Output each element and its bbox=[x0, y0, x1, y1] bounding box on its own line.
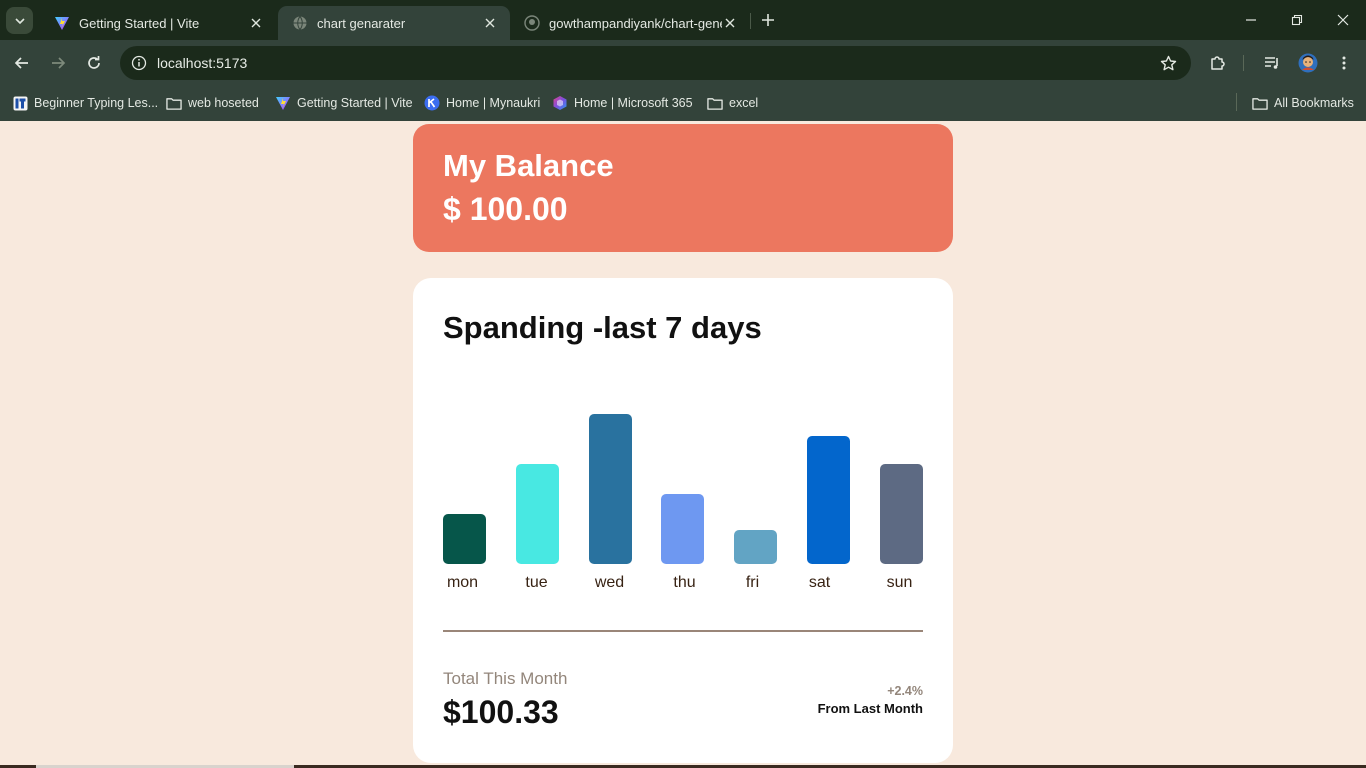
divider bbox=[443, 630, 923, 632]
vite-icon bbox=[275, 95, 291, 111]
tab-strip: Getting Started | Vite chart genarater g… bbox=[0, 0, 1366, 40]
bar-label-fri: fri bbox=[745, 574, 760, 591]
all-bookmarks-label: All Bookmarks bbox=[1274, 96, 1354, 110]
tab-search-button[interactable] bbox=[6, 7, 33, 34]
restore-button[interactable] bbox=[1285, 8, 1309, 32]
bar-sun[interactable] bbox=[880, 464, 923, 564]
bookmark-label: Home | Microsoft 365 bbox=[574, 96, 693, 110]
bar-label-sat: sat bbox=[808, 574, 831, 591]
media-controls-button[interactable] bbox=[1260, 51, 1284, 75]
bar-label-tue: tue bbox=[525, 574, 548, 591]
close-icon bbox=[1337, 14, 1349, 26]
minimize-icon bbox=[1246, 19, 1256, 21]
profile-avatar[interactable] bbox=[1296, 51, 1320, 75]
folder-icon bbox=[1252, 95, 1268, 111]
toolbar-separator bbox=[1243, 55, 1244, 71]
all-bookmarks-button[interactable]: All Bookmarks bbox=[1252, 93, 1354, 113]
globe-icon bbox=[292, 15, 308, 31]
microsoft365-icon bbox=[552, 95, 568, 111]
bar-label-wed: wed bbox=[594, 574, 625, 591]
avatar-icon bbox=[1298, 53, 1318, 73]
tab-chart-genarater[interactable]: chart genarater bbox=[278, 6, 510, 40]
bookmark-web-hoseted[interactable]: web hoseted bbox=[166, 93, 259, 113]
bookmarks-separator bbox=[1236, 93, 1237, 111]
total-month-amount: $100.33 bbox=[443, 694, 559, 730]
bookmark-label: Beginner Typing Les... bbox=[34, 96, 159, 110]
kebab-menu-icon bbox=[1342, 56, 1346, 70]
forward-button[interactable] bbox=[46, 51, 70, 75]
bookmark-label: web hoseted bbox=[188, 96, 259, 110]
tab-title: chart genarater bbox=[317, 15, 406, 31]
bookmark-excel[interactable]: excel bbox=[707, 93, 758, 113]
vite-icon bbox=[54, 15, 70, 31]
bar-sat[interactable] bbox=[807, 436, 850, 564]
change-label: From Last Month bbox=[817, 701, 923, 716]
extensions-button[interactable] bbox=[1206, 51, 1230, 75]
bar-fri[interactable] bbox=[734, 530, 777, 564]
media-queue-icon bbox=[1265, 57, 1278, 69]
typing-site-icon bbox=[12, 95, 28, 111]
address-bar[interactable]: localhost:5173 bbox=[120, 46, 1191, 80]
spending-bar-chart: mon tue wed thu fri sat sun bbox=[443, 378, 923, 608]
arrow-left-icon bbox=[14, 57, 28, 69]
arrow-right-icon bbox=[52, 57, 66, 69]
bookmark-vite[interactable]: Getting Started | Vite bbox=[275, 93, 413, 113]
bar-mon[interactable] bbox=[443, 514, 486, 564]
bookmark-microsoft365[interactable]: Home | Microsoft 365 bbox=[552, 93, 693, 113]
bookmark-label: Getting Started | Vite bbox=[297, 96, 413, 110]
close-tab-icon[interactable] bbox=[482, 15, 498, 31]
balance-label: My Balance bbox=[443, 148, 614, 183]
bar-thu[interactable] bbox=[661, 494, 704, 564]
total-month-label: Total This Month bbox=[443, 669, 568, 688]
close-tab-icon[interactable] bbox=[248, 15, 264, 31]
reload-icon bbox=[88, 56, 100, 69]
back-button[interactable] bbox=[10, 51, 34, 75]
balance-card: My Balance $ 100.00 bbox=[413, 124, 953, 252]
change-percent: +2.4% bbox=[887, 684, 923, 698]
puzzle-icon bbox=[1211, 56, 1225, 70]
bookmark-label: Home | Mynaukri bbox=[446, 96, 541, 110]
github-icon bbox=[524, 15, 540, 31]
close-window-button[interactable] bbox=[1331, 8, 1355, 32]
tab-vite[interactable]: Getting Started | Vite bbox=[40, 6, 276, 40]
reload-button[interactable] bbox=[82, 51, 106, 75]
spending-card: Spanding -last 7 days mon tue wed thu fri sat… bbox=[413, 278, 953, 763]
browser-menu-button[interactable] bbox=[1332, 51, 1356, 75]
spending-title: Spanding -last 7 days bbox=[443, 310, 762, 345]
naukri-icon bbox=[424, 95, 440, 111]
folder-icon bbox=[707, 95, 723, 111]
bar-wed[interactable] bbox=[589, 414, 632, 564]
site-info-icon[interactable] bbox=[130, 54, 148, 72]
restore-icon bbox=[1291, 14, 1303, 26]
bar-tue[interactable] bbox=[516, 464, 559, 564]
tab-title: gowthampandiyank/chart-gene bbox=[549, 15, 722, 31]
plus-icon bbox=[762, 14, 774, 26]
bookmark-typing[interactable]: Beginner Typing Les... bbox=[12, 93, 158, 113]
tab-separator bbox=[750, 13, 751, 29]
chevron-down-icon bbox=[14, 17, 25, 24]
bar-label-mon: mon bbox=[446, 574, 479, 591]
close-tab-icon[interactable] bbox=[722, 15, 738, 31]
folder-icon bbox=[166, 95, 182, 111]
bookmark-mynaukri[interactable]: Home | Mynaukri bbox=[424, 93, 540, 113]
bar-label-thu: thu bbox=[673, 574, 696, 591]
bookmarks-bar: Beginner Typing Les... web hoseted Getti… bbox=[0, 86, 1366, 121]
minimize-button[interactable] bbox=[1239, 8, 1263, 32]
bookmark-label: excel bbox=[729, 96, 759, 110]
new-tab-button[interactable] bbox=[758, 10, 778, 30]
tab-github[interactable]: gowthampandiyank/chart-gene bbox=[510, 6, 750, 40]
browser-toolbar: localhost:5173 bbox=[0, 40, 1366, 86]
tab-title: Getting Started | Vite bbox=[79, 15, 200, 31]
star-icon[interactable] bbox=[1159, 54, 1177, 72]
bar-label-sun: sun bbox=[886, 574, 913, 591]
address-url[interactable]: localhost:5173 bbox=[157, 55, 247, 71]
balance-amount: $ 100.00 bbox=[443, 191, 568, 227]
